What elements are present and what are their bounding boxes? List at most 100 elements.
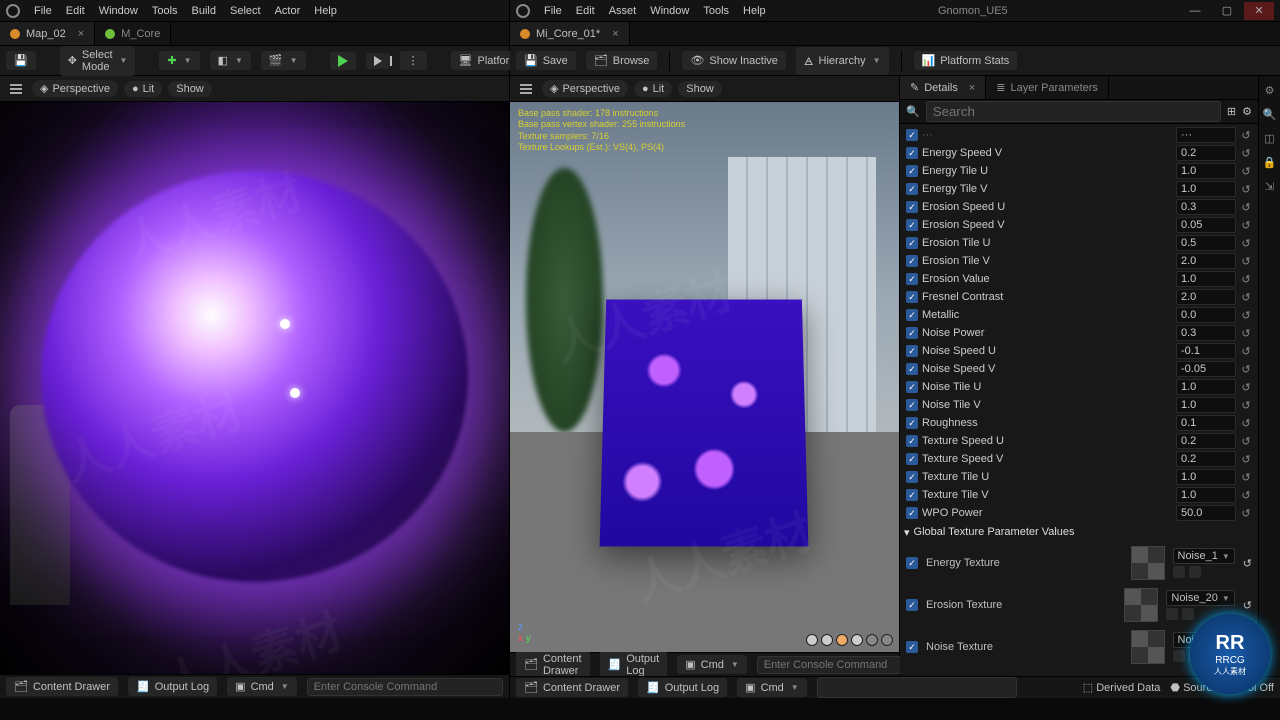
level-viewport[interactable]: 人人素材 人人素材 人人素材 — [0, 102, 509, 674]
param-checkbox[interactable]: ✓ — [906, 417, 918, 429]
mesh-icon[interactable] — [866, 634, 878, 646]
platform-stats-button[interactable]: 📊 Platform Stats — [914, 51, 1018, 70]
sphere-icon[interactable] — [821, 634, 833, 646]
reset-icon[interactable]: ↺ — [1240, 309, 1252, 322]
texture-thumbnail[interactable] — [1131, 630, 1165, 664]
param-checkbox[interactable]: ✓ — [906, 435, 918, 447]
select-mode-button[interactable]: ✥ Select Mode▼ — [60, 46, 136, 76]
param-checkbox[interactable]: ✓ — [906, 147, 918, 159]
content-drawer-button-2[interactable]: 🗂 Content Drawer — [516, 650, 590, 680]
perspective-button[interactable]: ◈ Perspective — [32, 80, 118, 97]
menu-edit[interactable]: Edit — [66, 5, 85, 17]
cmd-button-3[interactable]: ▣ Cmd▼ — [737, 678, 807, 697]
use-selected-icon[interactable] — [1166, 608, 1178, 620]
material-preview-viewport[interactable]: Base pass shader: 178 instructions Base … — [510, 102, 899, 652]
tab-details[interactable]: ✎ Details× — [900, 76, 986, 99]
play-button[interactable] — [330, 52, 356, 70]
tab-map[interactable]: Map_02× — [0, 22, 95, 45]
maximize-button[interactable]: ▢ — [1212, 2, 1242, 20]
cube-icon[interactable] — [851, 634, 863, 646]
param-value[interactable]: 1.0 — [1176, 163, 1236, 179]
hierarchy-button[interactable]: 🜁 Hierarchy▼ — [796, 47, 889, 75]
gear-icon[interactable]: ⚙ — [1242, 105, 1252, 118]
tab-layer-params[interactable]: ≣ Layer Parameters — [986, 76, 1109, 99]
settings-icon[interactable]: ⚙ — [1263, 84, 1277, 98]
expand-icon[interactable]: ⇲ — [1263, 180, 1277, 194]
texture-thumbnail[interactable] — [1124, 588, 1158, 622]
param-value[interactable]: 0.0 — [1176, 307, 1236, 323]
derived-data-button[interactable]: ⬚ Derived Data — [1083, 681, 1161, 694]
use-selected-icon[interactable] — [1173, 566, 1185, 578]
param-value[interactable]: 0.1 — [1176, 415, 1236, 431]
menu-tools-2[interactable]: Tools — [703, 5, 729, 17]
browse-to-icon[interactable] — [1189, 650, 1201, 662]
output-log-button[interactable]: 🧾 Output Log — [128, 677, 217, 696]
viewport-menu-icon[interactable] — [516, 80, 536, 98]
output-log-button-3[interactable]: 🧾 Output Log — [638, 678, 727, 697]
param-value[interactable]: 0.2 — [1176, 433, 1236, 449]
save-button[interactable]: 💾 — [6, 51, 36, 70]
param-value[interactable]: 0.3 — [1176, 199, 1236, 215]
details-search-input[interactable] — [926, 101, 1221, 122]
texture-asset-dropdown[interactable]: Noise_20▼ — [1166, 590, 1234, 606]
texture-asset-dropdown[interactable]: Noise_6▼ — [1173, 632, 1235, 648]
menu-file[interactable]: File — [34, 5, 52, 17]
console-input-2[interactable] — [757, 656, 913, 674]
param-value[interactable]: 1.0 — [1176, 379, 1236, 395]
menu-window-2[interactable]: Window — [650, 5, 689, 17]
minimize-button[interactable]: — — [1180, 2, 1210, 20]
reset-icon[interactable]: ↺ — [1243, 557, 1252, 570]
reset-icon[interactable]: ↺ — [1240, 273, 1252, 286]
close-button[interactable]: ✕ — [1244, 2, 1274, 20]
plane-icon[interactable] — [836, 634, 848, 646]
param-checkbox[interactable]: ✓ — [906, 129, 918, 141]
group-header[interactable]: ▾Global Texture Parameter Values — [900, 522, 1258, 542]
reset-icon[interactable]: ↺ — [1240, 417, 1252, 430]
content-drawer-button[interactable]: 🗂 Content Drawer — [6, 677, 118, 696]
texture-thumbnail[interactable] — [1131, 546, 1165, 580]
param-value[interactable]: 0.3 — [1176, 325, 1236, 341]
tab-mi-core[interactable]: Mi_Core_01*× — [510, 22, 630, 45]
param-value[interactable]: 2.0 — [1176, 289, 1236, 305]
perspective-button-2[interactable]: ◈ Perspective — [542, 80, 628, 97]
param-value[interactable]: 0.05 — [1176, 217, 1236, 233]
param-value[interactable]: 1.0 — [1176, 271, 1236, 287]
reset-icon[interactable]: ↺ — [1243, 599, 1252, 612]
param-value[interactable]: 0.2 — [1176, 145, 1236, 161]
play-options-button[interactable]: ⋮ — [400, 51, 427, 70]
param-value[interactable]: -0.1 — [1176, 343, 1236, 359]
param-checkbox[interactable]: ✓ — [906, 327, 918, 339]
reset-icon[interactable]: ↺ — [1240, 507, 1252, 520]
lock-icon[interactable]: 🔒 — [1263, 156, 1277, 170]
menu-help-2[interactable]: Help — [743, 5, 766, 17]
cmd-button[interactable]: ▣ Cmd▼ — [227, 677, 297, 696]
cylinder-icon[interactable] — [806, 634, 818, 646]
param-checkbox[interactable]: ✓ — [906, 399, 918, 411]
show-button-2[interactable]: Show — [678, 81, 722, 97]
param-checkbox[interactable]: ✓ — [906, 201, 918, 213]
param-checkbox[interactable]: ✓ — [906, 219, 918, 231]
menu-edit-2[interactable]: Edit — [576, 5, 595, 17]
use-selected-icon[interactable] — [1173, 650, 1185, 662]
reset-icon[interactable]: ↺ — [1240, 399, 1252, 412]
param-value[interactable]: -0.05 — [1176, 361, 1236, 377]
reset-icon[interactable]: ↺ — [1240, 489, 1252, 502]
save-button-2[interactable]: 💾 Save — [516, 51, 576, 70]
close-icon[interactable]: × — [612, 28, 618, 40]
menu-help[interactable]: Help — [314, 5, 337, 17]
param-checkbox[interactable]: ✓ — [906, 165, 918, 177]
reset-icon[interactable]: ↺ — [1240, 435, 1252, 448]
reset-icon[interactable]: ↺ — [1240, 129, 1252, 142]
texture-asset-dropdown[interactable]: Noise_1▼ — [1173, 548, 1235, 564]
lit-button-2[interactable]: ● Lit — [634, 81, 672, 97]
param-value[interactable]: 1.0 — [1176, 397, 1236, 413]
reset-icon[interactable]: ↺ — [1240, 327, 1252, 340]
tab-mcore[interactable]: M_Core — [95, 22, 171, 45]
console-input[interactable] — [307, 678, 503, 696]
param-checkbox[interactable]: ✓ — [906, 273, 918, 285]
param-value[interactable]: 2.0 — [1176, 253, 1236, 269]
console-input-3[interactable] — [817, 677, 1017, 698]
param-value[interactable]: 0.5 — [1176, 235, 1236, 251]
param-checkbox[interactable]: ✓ — [906, 489, 918, 501]
preview-shape-buttons[interactable] — [806, 634, 893, 646]
